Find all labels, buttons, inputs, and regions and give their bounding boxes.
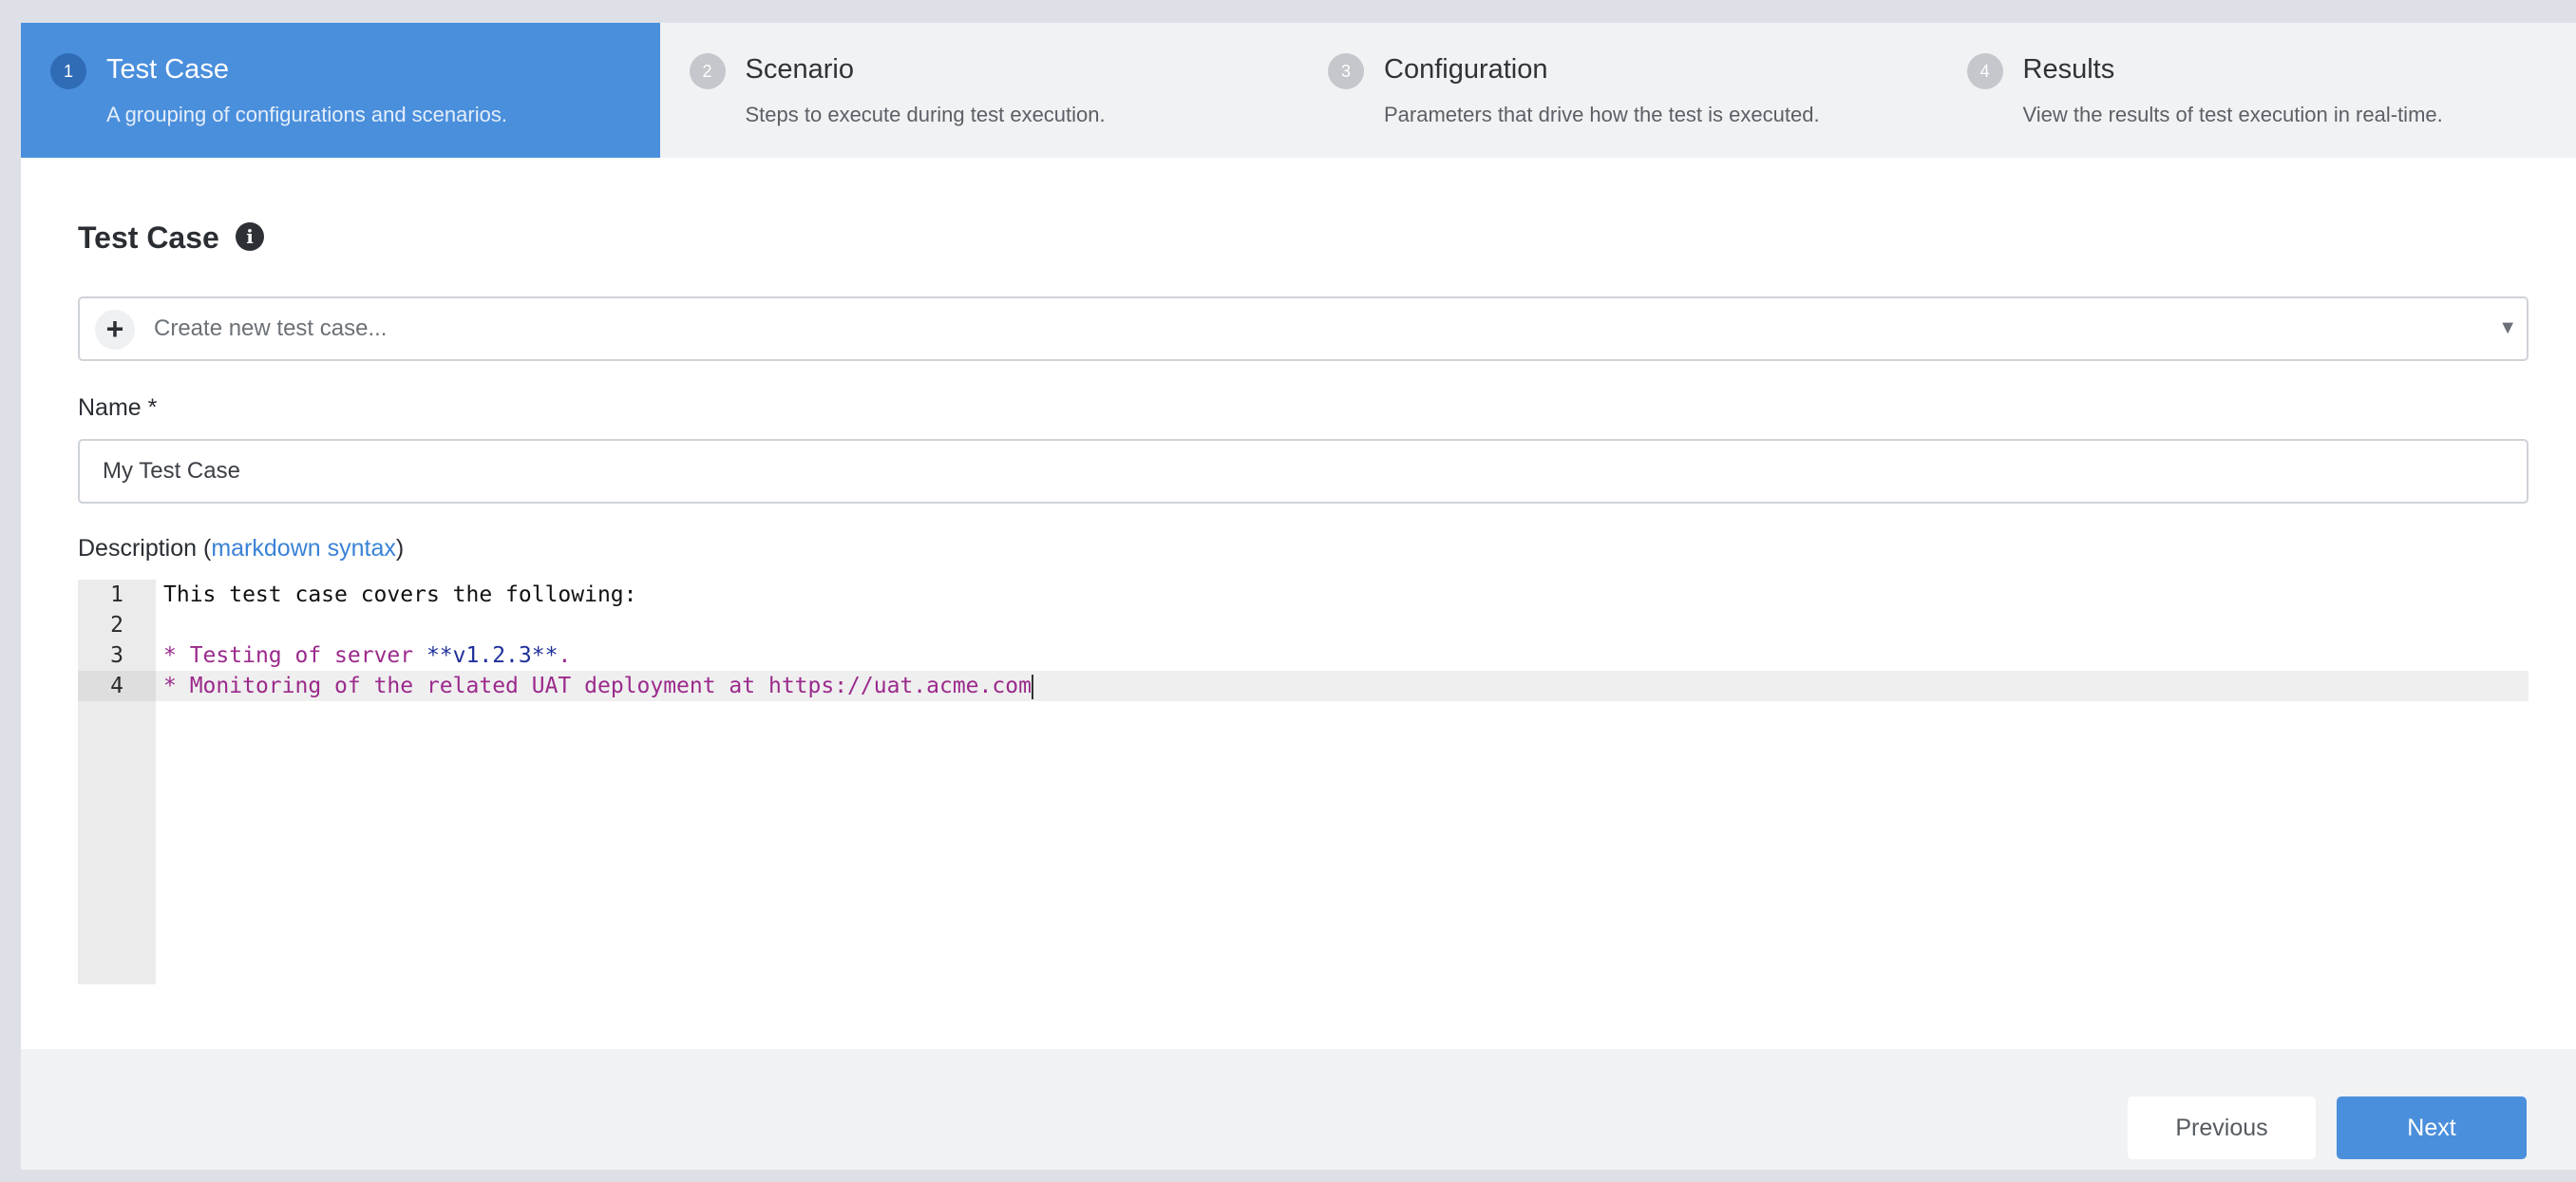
test-case-select[interactable]: + Create new test case... ▼	[78, 296, 2529, 361]
step-title: Configuration	[1384, 54, 1548, 85]
next-button[interactable]: Next	[2337, 1096, 2527, 1159]
code-text: .	[558, 643, 572, 668]
code-line-current[interactable]: * Monitoring of the related UAT deployme…	[156, 671, 2529, 701]
description-editor[interactable]: 1 2 3 4 This test case covers the follow…	[78, 580, 2529, 984]
line-number: 3	[110, 643, 123, 668]
md-list-marker: *	[163, 674, 190, 698]
wizard-footer: Previous Next	[21, 1049, 2576, 1170]
step-description: Steps to execute during test execution.	[745, 103, 1106, 126]
step-title: Test Case	[106, 54, 229, 85]
markdown-syntax-link[interactable]: markdown syntax	[211, 535, 396, 562]
step-scenario[interactable]: 2 Scenario Steps to execute during test …	[660, 23, 1299, 158]
step-number: 1	[50, 53, 86, 89]
wizard-frame: 1 Test Case A grouping of configurations…	[21, 23, 2576, 1170]
description-label: Description (markdown syntax)	[78, 532, 404, 564]
description-label-suffix: )	[395, 535, 405, 562]
plus-icon[interactable]: +	[95, 310, 135, 350]
step-description: View the results of test execution in re…	[2022, 103, 2443, 126]
name-input[interactable]: My Test Case	[78, 439, 2529, 504]
step-configuration[interactable]: 3 Configuration Parameters that drive ho…	[1298, 23, 1938, 158]
section-title: Test Case	[78, 220, 219, 255]
line-number: 2	[110, 613, 123, 638]
step-number: 2	[689, 53, 726, 89]
code-text: Monitoring of the related UAT deployment…	[189, 674, 1032, 698]
step-number: 4	[1966, 53, 2003, 89]
line-number: 4	[78, 671, 156, 701]
step-test-case[interactable]: 1 Test Case A grouping of configurations…	[21, 23, 660, 158]
wizard-steps: 1 Test Case A grouping of configurations…	[21, 23, 2576, 158]
caret-down-icon[interactable]: ▼	[2498, 317, 2517, 339]
code-line[interactable]	[156, 610, 2529, 640]
text-cursor	[1031, 674, 1033, 699]
code-line[interactable]: * Testing of server **v1.2.3**.	[156, 640, 2529, 671]
step-description: A grouping of configurations and scenari…	[106, 103, 507, 126]
description-label-prefix: Description (	[78, 535, 212, 562]
info-icon[interactable]: i	[236, 222, 264, 251]
line-number: 1	[110, 582, 123, 607]
name-label: Name *	[78, 394, 158, 421]
md-list-marker: *	[163, 643, 190, 668]
step-description: Parameters that drive how the test is ex…	[1384, 103, 1820, 126]
test-case-select-placeholder: Create new test case...	[154, 315, 388, 341]
code-text: This test case covers the following:	[163, 582, 637, 607]
step-title: Scenario	[745, 54, 854, 85]
previous-button[interactable]: Previous	[2128, 1096, 2316, 1159]
step-results[interactable]: 4 Results View the results of test execu…	[1938, 23, 2576, 158]
md-strong-text: **v1.2.3**	[426, 643, 559, 668]
code-text: Testing of server	[189, 643, 426, 668]
code-line[interactable]: This test case covers the following:	[156, 580, 2529, 610]
step-title: Results	[2022, 54, 2115, 85]
line-number-gutter: 1 2 3 4	[78, 580, 156, 984]
step-number: 3	[1328, 53, 1364, 89]
